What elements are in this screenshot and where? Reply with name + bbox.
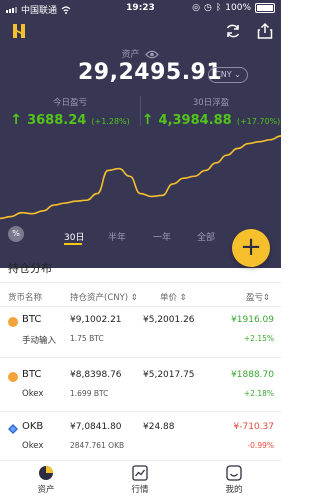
asset-label: 资产 <box>0 47 281 60</box>
arrow-up-icon: ↑ <box>10 112 22 128</box>
range-tab-30d[interactable]: 30日 <box>64 230 84 243</box>
range-tab-all[interactable]: 全部 <box>197 230 215 243</box>
currency-selector[interactable]: CNY ⌄ <box>208 67 248 83</box>
divider <box>0 282 281 283</box>
coin-name: OKB <box>22 421 43 432</box>
pnl-percent: -0.99% <box>247 441 274 450</box>
month-profit-label: 30日浮盈 <box>141 96 281 108</box>
sort-icon: ⇕ <box>180 293 187 303</box>
chevron-down-icon: ⌄ <box>234 70 241 79</box>
column-coin[interactable]: 货币名称 <box>8 291 42 303</box>
sort-icon: ⇕ <box>263 293 270 303</box>
total-assets-value: 29,2495.91 <box>78 60 222 85</box>
coin-name: BTC <box>22 314 41 325</box>
unit-price: ¥24.88 <box>143 422 175 432</box>
okb-coin-icon <box>8 424 18 434</box>
trend-chart-icon <box>132 465 148 481</box>
asset-trend-chart <box>0 128 281 236</box>
status-bar: 中国联通 19:23 ◎ ◷ ᛒ 100% <box>0 0 281 18</box>
holdings-title: 持仓分布 <box>8 260 52 276</box>
month-profit-value: ↑ 4,3984.88 (+17.70%) <box>141 109 281 128</box>
range-tab-one-year[interactable]: 一年 <box>153 230 171 243</box>
coin-source: Okex <box>22 389 43 399</box>
header-panel: 中国联通 19:23 ◎ ◷ ᛒ 100% 资产 29,2495.9 <box>0 0 281 268</box>
smile-face-icon <box>226 465 242 481</box>
divider <box>0 357 281 358</box>
coin-source: 手动输入 <box>22 334 56 346</box>
holding-amount: 1.699 BTC <box>70 389 108 398</box>
bluetooth-icon: ᛒ <box>216 3 221 13</box>
btc-coin-icon <box>8 317 18 327</box>
holding-value: ¥9,1002.21 <box>70 315 122 325</box>
column-price[interactable]: 单价 ⇕ <box>160 291 187 303</box>
arrow-up-icon: ↑ <box>142 112 154 128</box>
pnl-value: ¥1916.09 <box>231 315 274 325</box>
tab-market[interactable]: 行情 <box>110 465 170 495</box>
holding-value: ¥7,0841.80 <box>70 422 122 432</box>
refresh-icon[interactable] <box>224 22 242 40</box>
pnl-percent: +2.15% <box>244 334 274 343</box>
pnl-value: ¥1888.70 <box>231 370 274 380</box>
divider <box>0 411 281 412</box>
sort-icon: ⇕ <box>131 293 138 303</box>
unit-price: ¥5,2017.75 <box>143 370 195 380</box>
share-icon[interactable] <box>256 22 274 40</box>
battery-icon <box>255 3 275 13</box>
app-logo-icon <box>10 22 28 40</box>
divider <box>0 306 281 307</box>
column-pnl[interactable]: 盈亏⇕ <box>246 291 270 303</box>
add-asset-button[interactable]: + <box>232 229 270 267</box>
coin-name: BTC <box>22 369 41 380</box>
today-pnl-label: 今日盈亏 <box>0 96 140 108</box>
tab-assets[interactable]: 资产 <box>16 465 76 495</box>
holding-amount: 1.75 BTC <box>70 334 104 343</box>
unit-price: ¥5,2001.26 <box>143 315 195 325</box>
pnl-percent: +2.18% <box>244 389 274 398</box>
holding-value: ¥8,8398.76 <box>70 370 122 380</box>
battery-label: 100% <box>225 3 251 13</box>
tab-profile[interactable]: 我的 <box>204 465 264 495</box>
table-row[interactable]: BTC 手动输入 ¥9,1002.21 1.75 BTC ¥5,2001.26 … <box>0 308 281 371</box>
eye-icon[interactable] <box>145 50 159 59</box>
rotation-lock-icon: ◎ <box>192 3 200 13</box>
trend-series-line <box>0 136 281 219</box>
pie-chart-icon <box>38 465 54 481</box>
pnl-value: ¥-710.37 <box>234 422 274 432</box>
bottom-tab-bar: 资产 行情 我的 <box>0 460 281 501</box>
column-holding[interactable]: 持仓资产(CNY) ⇕ <box>70 291 138 303</box>
today-pnl-value: ↑ 3688.24 (+1.28%) <box>0 109 140 128</box>
coin-source: Okex <box>22 441 43 451</box>
range-active-indicator <box>64 243 82 245</box>
alarm-icon: ◷ <box>204 3 212 13</box>
holding-amount: 2847.761 OKB <box>70 441 124 450</box>
btc-coin-icon <box>8 372 18 382</box>
range-tab-half-year[interactable]: 半年 <box>108 230 126 243</box>
